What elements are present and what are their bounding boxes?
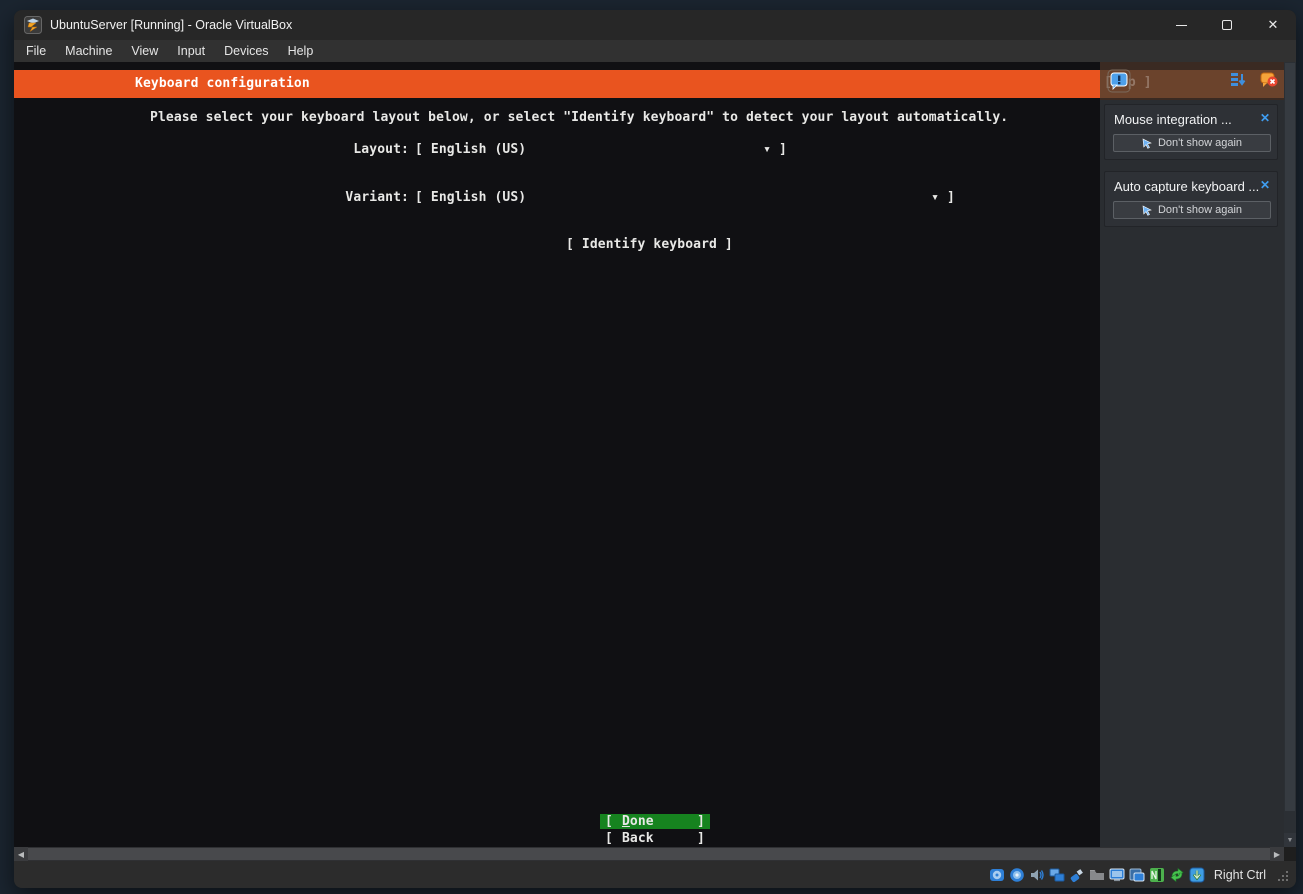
notification-panel: [ lp ] [1100, 62, 1284, 847]
installer-instruction: Please select your keyboard layout below… [150, 110, 1008, 126]
installer-title: Keyboard configuration [135, 76, 310, 91]
menu-view[interactable]: View [131, 44, 158, 58]
recording-icon[interactable] [1129, 867, 1145, 883]
mouse-integration-notification: Mouse integration ... ✕ Don't show again [1104, 104, 1278, 160]
vertical-scrollbar-thumb[interactable] [1285, 63, 1295, 811]
keyboard-capture-icon[interactable] [1189, 867, 1205, 883]
close-button[interactable]: ✕ [1250, 10, 1296, 40]
shared-clipboard-icon[interactable] [1169, 867, 1185, 883]
done-label: Done [622, 814, 697, 829]
window-title: UbuntuServer [Running] - Oracle VirtualB… [50, 18, 292, 32]
dont-show-again-button[interactable]: Don't show again [1113, 201, 1271, 219]
features-icon[interactable] [1149, 867, 1165, 883]
audio-icon[interactable] [1029, 867, 1045, 883]
menu-bar: File Machine View Input Devices Help [14, 40, 1296, 62]
resize-grip[interactable] [1276, 869, 1290, 883]
notification-title: Mouse integration ... [1114, 112, 1232, 127]
back-button[interactable]: [ Back ] [600, 831, 710, 846]
menu-file[interactable]: File [26, 44, 46, 58]
layout-dropdown[interactable]: [ English (US) ▾ ] [415, 142, 787, 158]
variant-dropdown[interactable]: [ English (US) ▾ ] [415, 190, 955, 206]
layout-value: [ English (US) [415, 142, 526, 158]
optical-drives-icon[interactable] [1009, 867, 1025, 883]
installer-header-bar: Keyboard configuration [14, 70, 1284, 98]
scroll-right-icon[interactable]: ▶ [1270, 847, 1284, 861]
menu-help[interactable]: Help [288, 44, 314, 58]
display-icon[interactable] [1109, 867, 1125, 883]
auto-capture-notification: Auto capture keyboard ... ✕ Don't show a… [1104, 171, 1278, 227]
variant-value: [ English (US) [415, 190, 526, 206]
layout-label: Layout: [339, 142, 409, 157]
close-notification-icon[interactable]: ✕ [1260, 111, 1270, 125]
maximize-icon [1222, 20, 1232, 30]
horizontal-scrollbar-thumb[interactable] [28, 848, 1270, 860]
sort-notifications-icon[interactable] [1229, 71, 1247, 89]
menu-devices[interactable]: Devices [224, 44, 268, 58]
layout-dropdown-arrow-icon: ▾ ] [763, 142, 787, 158]
maximize-button[interactable] [1204, 10, 1250, 40]
minimize-button[interactable] [1158, 10, 1204, 40]
cursor-icon [1142, 205, 1153, 216]
usb-icon[interactable] [1069, 867, 1085, 883]
cursor-icon [1142, 138, 1153, 149]
status-bar: Right Ctrl [14, 861, 1296, 888]
done-button[interactable]: [ Done ] [600, 814, 710, 829]
notification-panel-header: [ lp ] [1100, 62, 1284, 100]
hard-disks-icon[interactable] [989, 867, 1005, 883]
horizontal-scrollbar[interactable]: ◀ ▶ [14, 847, 1284, 861]
scroll-left-icon[interactable]: ◀ [14, 847, 28, 861]
menu-input[interactable]: Input [177, 44, 205, 58]
notification-title: Auto capture keyboard ... [1114, 179, 1259, 194]
variant-dropdown-arrow-icon: ▾ ] [931, 190, 955, 206]
virtualbox-window: UbuntuServer [Running] - Oracle VirtualB… [14, 10, 1296, 888]
minimize-icon [1176, 25, 1187, 26]
back-label: Back [622, 831, 697, 846]
close-notification-icon[interactable]: ✕ [1260, 178, 1270, 192]
title-bar: UbuntuServer [Running] - Oracle VirtualB… [14, 10, 1296, 40]
close-icon: ✕ [1268, 17, 1279, 33]
vertical-scrollbar[interactable]: ▼ [1284, 62, 1296, 847]
shared-folders-icon[interactable] [1089, 867, 1105, 883]
host-key-label: Right Ctrl [1214, 868, 1266, 882]
dont-show-again-button[interactable]: Don't show again [1113, 134, 1271, 152]
menu-machine[interactable]: Machine [65, 44, 112, 58]
network-icon[interactable] [1049, 867, 1065, 883]
vm-display[interactable]: Keyboard configuration Please select you… [14, 62, 1284, 847]
notification-bubble-icon[interactable] [1107, 69, 1131, 93]
scroll-down-icon[interactable]: ▼ [1284, 833, 1296, 847]
discard-notifications-icon[interactable] [1260, 71, 1278, 89]
virtualbox-logo-icon [24, 16, 42, 34]
identify-keyboard-button[interactable]: [ Identify keyboard ] [566, 237, 733, 253]
variant-label: Variant: [339, 190, 409, 205]
